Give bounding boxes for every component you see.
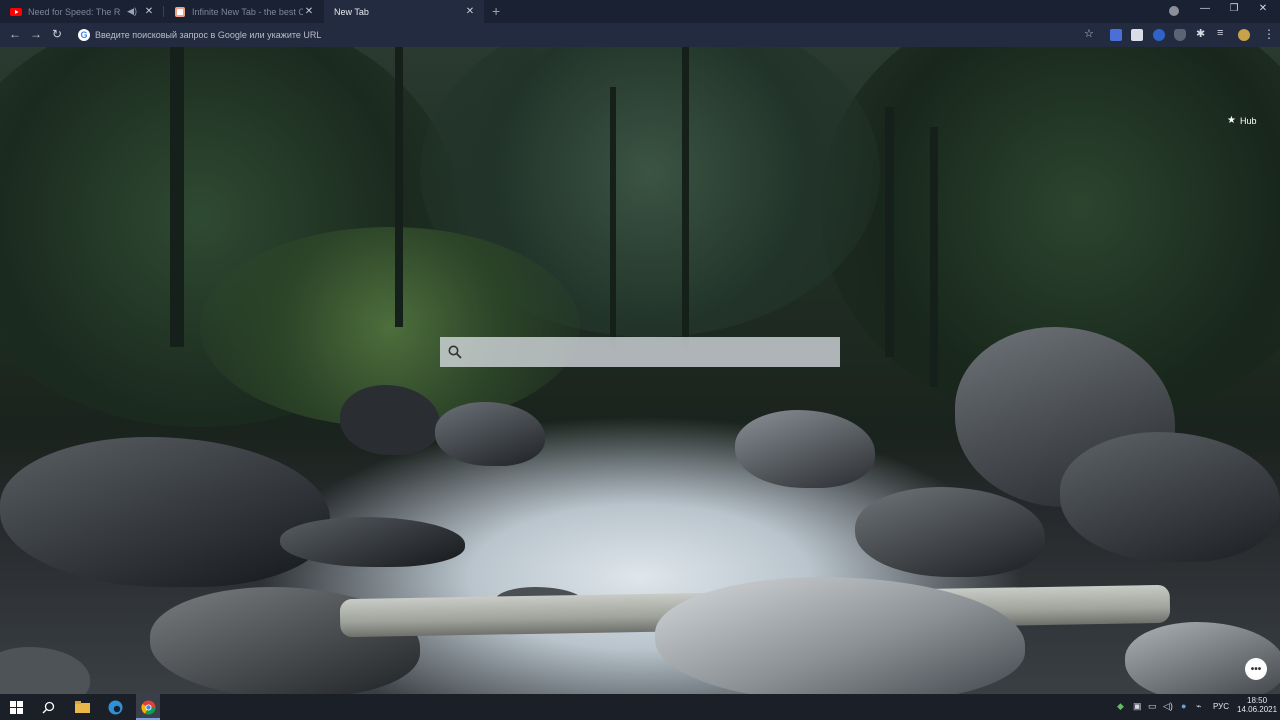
- new-tab-page: ★ Hub •••: [0, 47, 1280, 694]
- window-close-icon[interactable]: ✕: [1253, 3, 1273, 14]
- volume-icon[interactable]: ◁): [1163, 701, 1173, 712]
- reload-icon[interactable]: ↻: [52, 27, 62, 41]
- chat-bubble-icon[interactable]: •••: [1245, 658, 1267, 680]
- browser-toolbar: ← → ↻ G Введите поисковый запрос в Googl…: [0, 23, 1280, 47]
- extension-blue-icon[interactable]: [1153, 29, 1165, 41]
- tray-globe-icon[interactable]: ●: [1181, 701, 1186, 711]
- browser-menu-icon[interactable]: ⋮: [1263, 27, 1275, 41]
- search-box[interactable]: [440, 337, 840, 367]
- restore-icon[interactable]: ❐: [1224, 3, 1244, 14]
- star-icon: ★: [1227, 115, 1236, 126]
- tab-title: Need for Speed: The Run —: [28, 6, 121, 17]
- forward-arrow-icon[interactable]: →: [30, 27, 42, 41]
- new-tab-plus-icon[interactable]: +: [492, 3, 500, 19]
- infinity-tab-icon: [175, 6, 185, 17]
- avatar[interactable]: [1238, 29, 1250, 41]
- windows-start-icon[interactable]: [7, 698, 25, 716]
- shield-extension-icon[interactable]: [1174, 29, 1186, 41]
- windows-taskbar: ◆ ▣ ▭ ◁) ● ⌁ РУС 18:50 14.06.2021: [0, 694, 1280, 720]
- address-bar[interactable]: G Введите поисковый запрос в Google или …: [74, 26, 1104, 44]
- back-arrow-icon[interactable]: ←: [9, 27, 21, 41]
- input-language[interactable]: РУС: [1213, 702, 1229, 711]
- puzzle-extensions-icon[interactable]: ✱: [1196, 27, 1208, 40]
- youtube-icon: [10, 7, 22, 16]
- extension-square-icon[interactable]: [1131, 29, 1143, 41]
- edge-browser-icon[interactable]: [106, 698, 124, 716]
- profile-icon[interactable]: [1169, 6, 1179, 16]
- tray-usb-icon[interactable]: ⌁: [1196, 701, 1201, 712]
- hub-button[interactable]: ★ Hub: [1227, 115, 1256, 126]
- close-icon[interactable]: ✕: [143, 6, 155, 17]
- file-explorer-icon[interactable]: [73, 698, 91, 716]
- speaker-icon[interactable]: ◀): [127, 6, 137, 17]
- system-clock[interactable]: 18:50 14.06.2021: [1237, 696, 1277, 714]
- taskbar-search-icon[interactable]: [39, 698, 57, 716]
- tab-title: Infinite New Tab - the best Chro: [192, 6, 303, 17]
- tab-title: New Tab: [334, 6, 369, 17]
- network-icon[interactable]: ▭: [1148, 701, 1157, 712]
- translate-extension-icon[interactable]: [1110, 29, 1122, 41]
- clock-time: 18:50: [1247, 696, 1268, 705]
- tray-app-icon[interactable]: ▣: [1133, 701, 1142, 712]
- google-icon: G: [78, 29, 90, 41]
- close-icon[interactable]: ✕: [464, 6, 476, 17]
- tab-strip: Need for Speed: The Run — ◀) ✕ Infinite …: [0, 0, 1280, 23]
- tab-infinite[interactable]: Infinite New Tab - the best Chro ✕: [164, 0, 323, 23]
- address-placeholder: Введите поисковый запрос в Google или ук…: [95, 30, 322, 40]
- bookmark-star-icon[interactable]: ☆: [1084, 27, 1094, 40]
- tab-new-tab[interactable]: New Tab ✕: [324, 0, 484, 23]
- clock-date: 14.06.2021: [1237, 705, 1278, 714]
- chrome-icon[interactable]: [139, 698, 157, 716]
- search-input[interactable]: [470, 346, 830, 358]
- minimize-icon[interactable]: —: [1195, 3, 1215, 14]
- close-icon[interactable]: ✕: [303, 6, 315, 17]
- hub-label: Hub: [1239, 115, 1257, 126]
- reading-list-icon[interactable]: ≡: [1217, 27, 1229, 39]
- tab-youtube[interactable]: Need for Speed: The Run — ◀) ✕: [0, 0, 163, 23]
- search-icon: [448, 345, 462, 359]
- nvidia-tray-icon[interactable]: ◆: [1117, 701, 1124, 712]
